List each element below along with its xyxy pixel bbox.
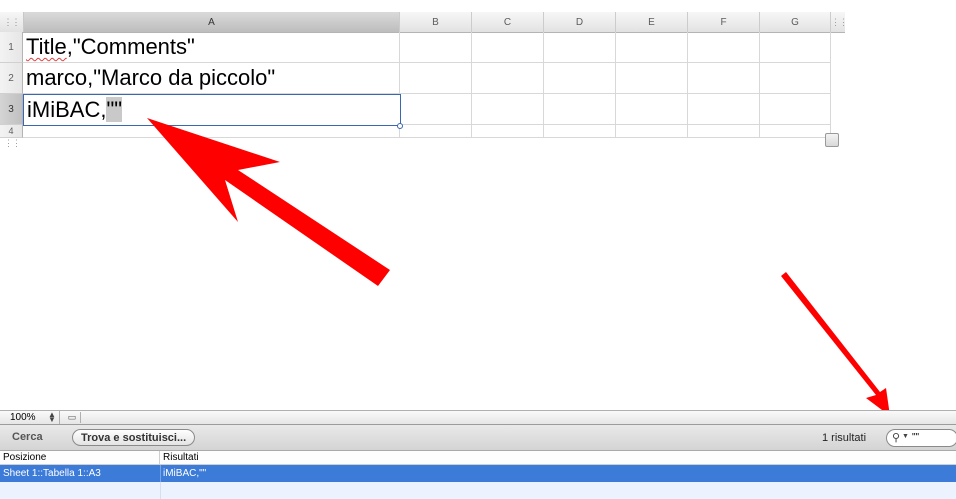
zoom-stepper-icon[interactable]: ▲ ▼ bbox=[48, 411, 56, 424]
column-divider bbox=[160, 482, 161, 499]
cell-a1-title-word: Title bbox=[26, 34, 67, 59]
cell-f3[interactable] bbox=[688, 94, 760, 125]
column-header-f[interactable]: F bbox=[688, 12, 760, 32]
column-header-g[interactable]: G bbox=[760, 12, 831, 32]
cell-e4[interactable] bbox=[616, 125, 688, 138]
cell-d1[interactable] bbox=[544, 32, 616, 63]
column-header-b[interactable]: B bbox=[400, 12, 472, 32]
result-position: Sheet 1::Tabella 1::A3 bbox=[3, 468, 101, 479]
page-view-icon[interactable]: ▭ bbox=[64, 412, 81, 423]
column-header-position[interactable]: Posizione bbox=[0, 451, 160, 464]
column-header-e[interactable]: E bbox=[616, 12, 688, 32]
cell-c2[interactable] bbox=[472, 63, 544, 94]
spreadsheet-table: ⋮⋮ A B C D E F G ⋮⋮ 1 2 3 4 Title,"Comme… bbox=[0, 12, 848, 152]
find-replace-button[interactable]: Trova e sostituisci... bbox=[72, 429, 196, 446]
cell-f1[interactable] bbox=[688, 32, 760, 63]
cell-a3-text: iMiBAC, bbox=[27, 97, 107, 122]
add-column-handle[interactable]: ⋮⋮ bbox=[831, 12, 848, 32]
cell-g4[interactable] bbox=[760, 125, 831, 138]
results-count: 1 risultati bbox=[822, 432, 867, 444]
fill-handle[interactable] bbox=[397, 123, 403, 129]
cell-c1[interactable] bbox=[472, 32, 544, 63]
table-row[interactable]: Sheet 1::Tabella 1::A3 iMiBAC,"" bbox=[0, 465, 956, 482]
cell-b4[interactable] bbox=[400, 125, 472, 138]
column-header-results[interactable]: Risultati bbox=[160, 451, 956, 464]
cell-c3[interactable] bbox=[472, 94, 544, 125]
column-divider bbox=[160, 465, 161, 482]
cell-f4[interactable] bbox=[688, 125, 760, 138]
empty-table-row bbox=[0, 482, 956, 499]
cell-a1[interactable]: Title,"Comments" bbox=[23, 32, 400, 63]
column-header-a[interactable]: A bbox=[24, 12, 400, 32]
zoom-bar: 100% ▲ ▼ ▭ bbox=[0, 410, 956, 425]
column-header-c[interactable]: C bbox=[472, 12, 544, 32]
cell-d4[interactable] bbox=[544, 125, 616, 138]
cell-b1[interactable] bbox=[400, 32, 472, 63]
row-header-2[interactable]: 2 bbox=[0, 63, 23, 94]
cell-b2[interactable] bbox=[400, 63, 472, 94]
cell-b3[interactable] bbox=[401, 94, 472, 125]
small-red-arrow bbox=[781, 272, 890, 416]
cell-e2[interactable] bbox=[616, 63, 688, 94]
chevron-down-icon[interactable]: ▼ bbox=[902, 433, 909, 440]
row-header-1[interactable]: 1 bbox=[0, 32, 23, 63]
table-resize-handle[interactable] bbox=[825, 133, 839, 147]
find-tab[interactable]: Cerca bbox=[12, 431, 43, 443]
cell-e3[interactable] bbox=[616, 94, 688, 125]
cell-g3[interactable] bbox=[760, 94, 831, 125]
cell-d3[interactable] bbox=[544, 94, 616, 125]
cell-a3-highlighted-quotes: "" bbox=[106, 97, 123, 122]
cell-c4[interactable] bbox=[472, 125, 544, 138]
cell-a1-rest: ,"Comments" bbox=[66, 34, 195, 59]
cell-a3[interactable]: iMiBAC,"" bbox=[23, 94, 401, 126]
results-table-header: Posizione Risultati bbox=[0, 451, 956, 465]
table-select-handle[interactable]: ⋮⋮ bbox=[0, 12, 24, 32]
result-text: iMiBAC,"" bbox=[163, 468, 207, 479]
cell-a2[interactable]: marco,"Marco da piccolo" bbox=[23, 63, 400, 94]
cell-e1[interactable] bbox=[616, 32, 688, 63]
cell-g2[interactable] bbox=[760, 63, 831, 94]
cell-a4[interactable] bbox=[23, 125, 400, 138]
cell-f2[interactable] bbox=[688, 63, 760, 94]
add-row-handle[interactable]: ⋮⋮ bbox=[0, 139, 835, 149]
search-icon[interactable]: ⚲ bbox=[892, 431, 900, 444]
search-input[interactable]: "" bbox=[912, 432, 919, 443]
row-header-4[interactable]: 4 bbox=[0, 125, 23, 138]
cell-d2[interactable] bbox=[544, 63, 616, 94]
find-bar: Cerca Trova e sostituisci... 1 risultati… bbox=[0, 425, 956, 451]
row-header-3[interactable]: 3 bbox=[0, 94, 23, 125]
column-header-d[interactable]: D bbox=[544, 12, 616, 32]
column-header-bar: ⋮⋮ A B C D E F G ⋮⋮ bbox=[0, 12, 848, 33]
search-field[interactable]: ⚲ ▼ "" bbox=[886, 429, 956, 447]
cell-g1[interactable] bbox=[760, 32, 831, 63]
